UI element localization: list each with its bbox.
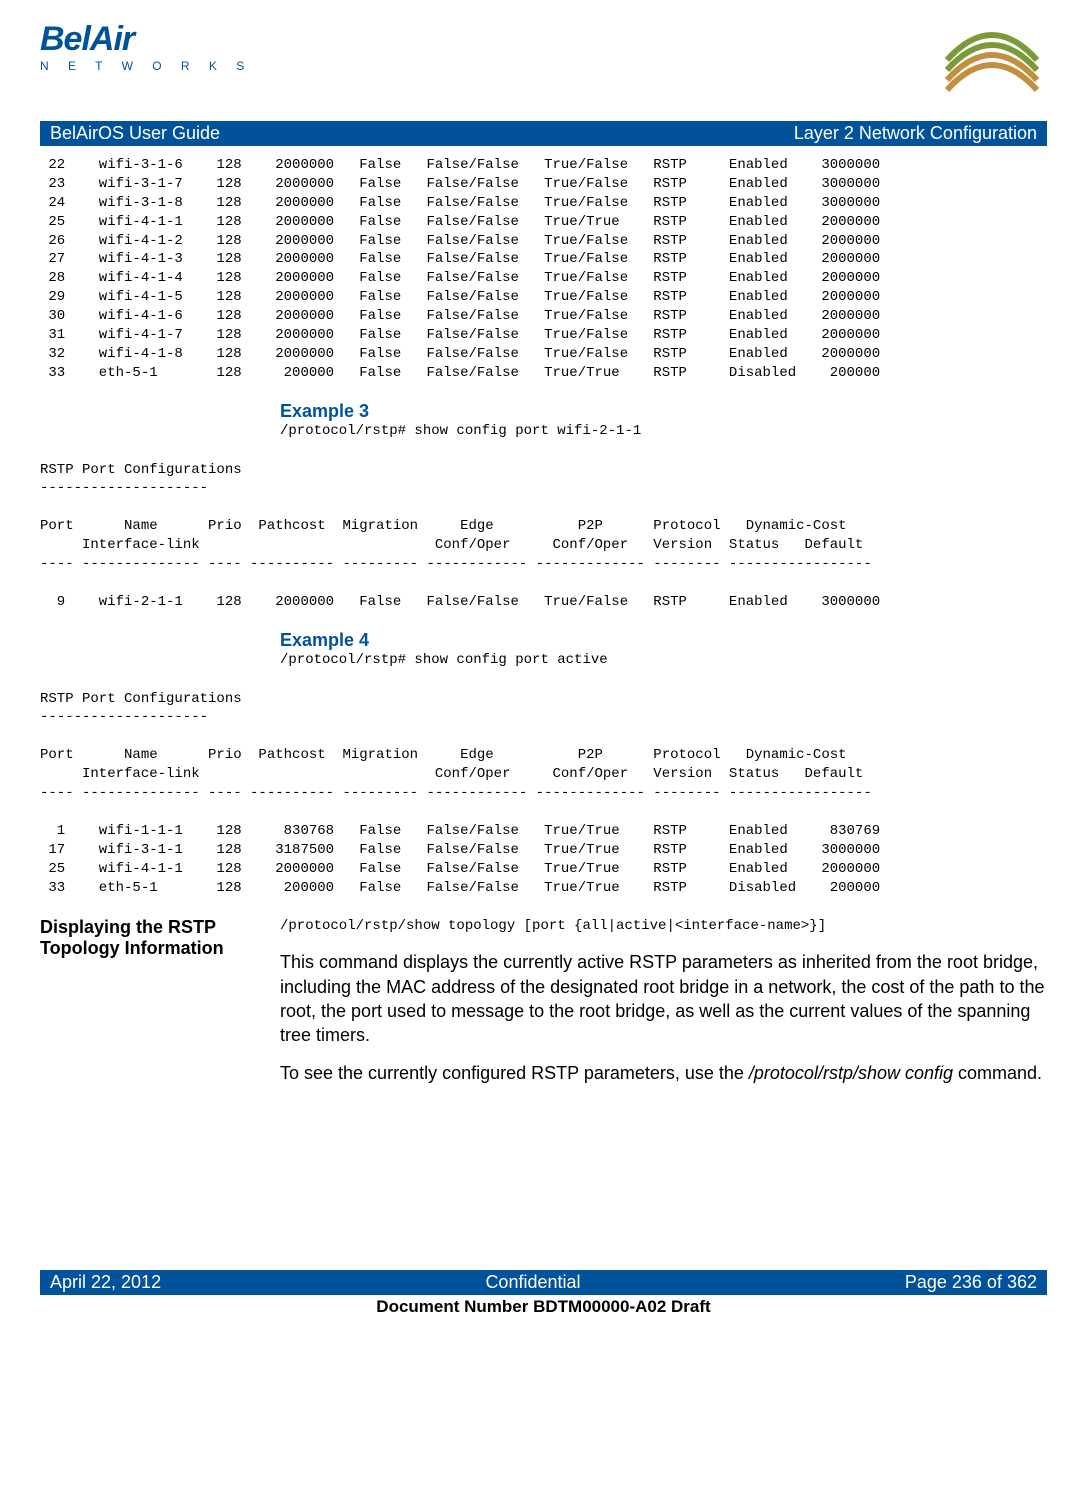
topology-section-body: /protocol/rstp/show topology [port {all|… bbox=[280, 917, 1047, 1099]
logo-right-icon bbox=[937, 20, 1047, 103]
footer-center: Confidential bbox=[485, 1272, 580, 1293]
footer-right: Page 236 of 362 bbox=[905, 1272, 1037, 1293]
example-4-heading: Example 4 bbox=[280, 630, 1047, 651]
header-right: Layer 2 Network Configuration bbox=[794, 123, 1037, 144]
topology-section-label: Displaying the RSTP Topology Information bbox=[40, 917, 280, 959]
topology-para-2: To see the currently configured RSTP par… bbox=[280, 1061, 1047, 1085]
footer-document-number: Document Number BDTM00000-A02 Draft bbox=[40, 1295, 1047, 1327]
config-table-1: 22 wifi-3-1-6 128 2000000 False False/Fa… bbox=[40, 156, 1047, 383]
logo-belair: BelAir N E T W O R K S bbox=[40, 20, 252, 73]
topology-para-2c: command. bbox=[953, 1063, 1042, 1083]
topology-para-2a: To see the currently configured RSTP par… bbox=[280, 1063, 749, 1083]
config-table-2: RSTP Port Configurations ---------------… bbox=[40, 461, 1047, 612]
footer-left: April 22, 2012 bbox=[50, 1272, 161, 1293]
example-3-command: /protocol/rstp# show config port wifi-2-… bbox=[280, 422, 1047, 441]
topology-para-2b: /protocol/rstp/show config bbox=[749, 1063, 953, 1083]
footer-bar: April 22, 2012 Confidential Page 236 of … bbox=[40, 1270, 1047, 1295]
example-3-heading: Example 3 bbox=[280, 401, 1047, 422]
config-table-3: RSTP Port Configurations ---------------… bbox=[40, 690, 1047, 898]
topology-para-1: This command displays the currently acti… bbox=[280, 950, 1047, 1047]
topology-section: Displaying the RSTP Topology Information… bbox=[40, 917, 1047, 1099]
logo-brand-bottom: N E T W O R K S bbox=[40, 59, 252, 73]
header-bar: BelAirOS User Guide Layer 2 Network Conf… bbox=[40, 121, 1047, 146]
topology-syntax: /protocol/rstp/show topology [port {all|… bbox=[280, 917, 1047, 936]
header-logos: BelAir N E T W O R K S bbox=[40, 20, 1047, 103]
header-left: BelAirOS User Guide bbox=[50, 123, 220, 144]
swirl-icon bbox=[937, 20, 1047, 100]
logo-brand-top: BelAir bbox=[40, 20, 252, 59]
example-4-command: /protocol/rstp# show config port active bbox=[280, 651, 1047, 670]
